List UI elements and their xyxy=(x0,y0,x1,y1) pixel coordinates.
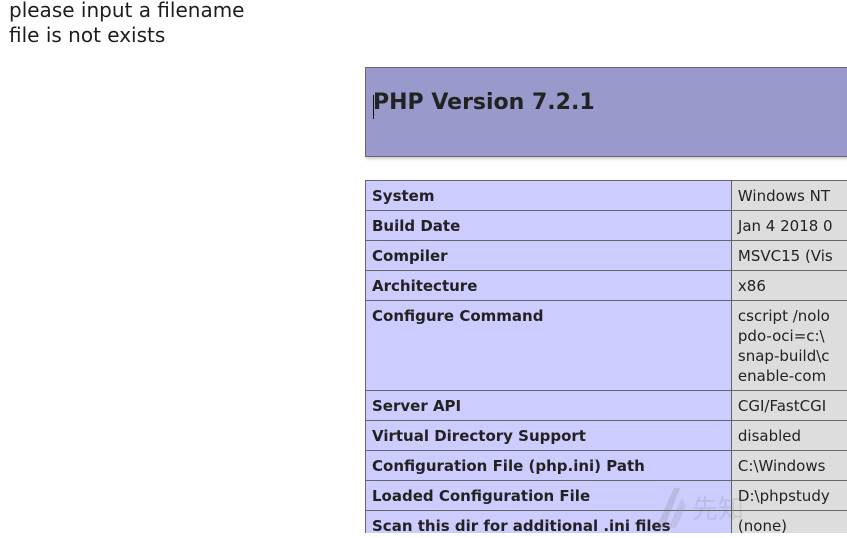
phpinfo-panel: PHP Version 7.2.1 System Windows NT Buil… xyxy=(365,67,847,533)
table-row: Server API CGI/FastCGI xyxy=(366,391,847,421)
row-label: Configure Command xyxy=(366,301,732,391)
table-row: Loaded Configuration File D:\phpstudy xyxy=(366,481,847,511)
row-value: (none) xyxy=(731,511,847,534)
row-label: Architecture xyxy=(366,271,732,301)
row-value: CGI/FastCGI xyxy=(731,391,847,421)
table-row: System Windows NT xyxy=(366,181,847,211)
row-value: C:\Windows xyxy=(731,451,847,481)
php-version-banner: PHP Version 7.2.1 xyxy=(365,67,847,157)
message-input-filename: please input a filename xyxy=(9,0,245,23)
row-value: cscript /nolo pdo-oci=c:\ snap-build\c e… xyxy=(731,301,847,391)
row-label: Build Date xyxy=(366,211,732,241)
output-messages: please input a filename file is not exis… xyxy=(9,0,245,48)
row-value: Windows NT xyxy=(731,181,847,211)
row-value: D:\phpstudy xyxy=(731,481,847,511)
php-version-title: PHP Version 7.2.1 xyxy=(373,90,595,115)
row-label: Configuration File (php.ini) Path xyxy=(366,451,732,481)
row-value: MSVC15 (Vis xyxy=(731,241,847,271)
row-value: disabled xyxy=(731,421,847,451)
phpinfo-table: System Windows NT Build Date Jan 4 2018 … xyxy=(365,180,847,533)
table-row: Virtual Directory Support disabled xyxy=(366,421,847,451)
row-label: Compiler xyxy=(366,241,732,271)
row-label: Loaded Configuration File xyxy=(366,481,732,511)
row-value: x86 xyxy=(731,271,847,301)
table-row: Configure Command cscript /nolo pdo-oci=… xyxy=(366,301,847,391)
row-value: Jan 4 2018 0 xyxy=(731,211,847,241)
table-row: Configuration File (php.ini) Path C:\Win… xyxy=(366,451,847,481)
row-label: Server API xyxy=(366,391,732,421)
row-label: Scan this dir for additional .ini files xyxy=(366,511,732,534)
table-row: Compiler MSVC15 (Vis xyxy=(366,241,847,271)
row-label: Virtual Directory Support xyxy=(366,421,732,451)
row-label: System xyxy=(366,181,732,211)
table-row: Scan this dir for additional .ini files … xyxy=(366,511,847,534)
table-row: Architecture x86 xyxy=(366,271,847,301)
table-row: Build Date Jan 4 2018 0 xyxy=(366,211,847,241)
message-file-not-exists: file is not exists xyxy=(9,23,245,48)
